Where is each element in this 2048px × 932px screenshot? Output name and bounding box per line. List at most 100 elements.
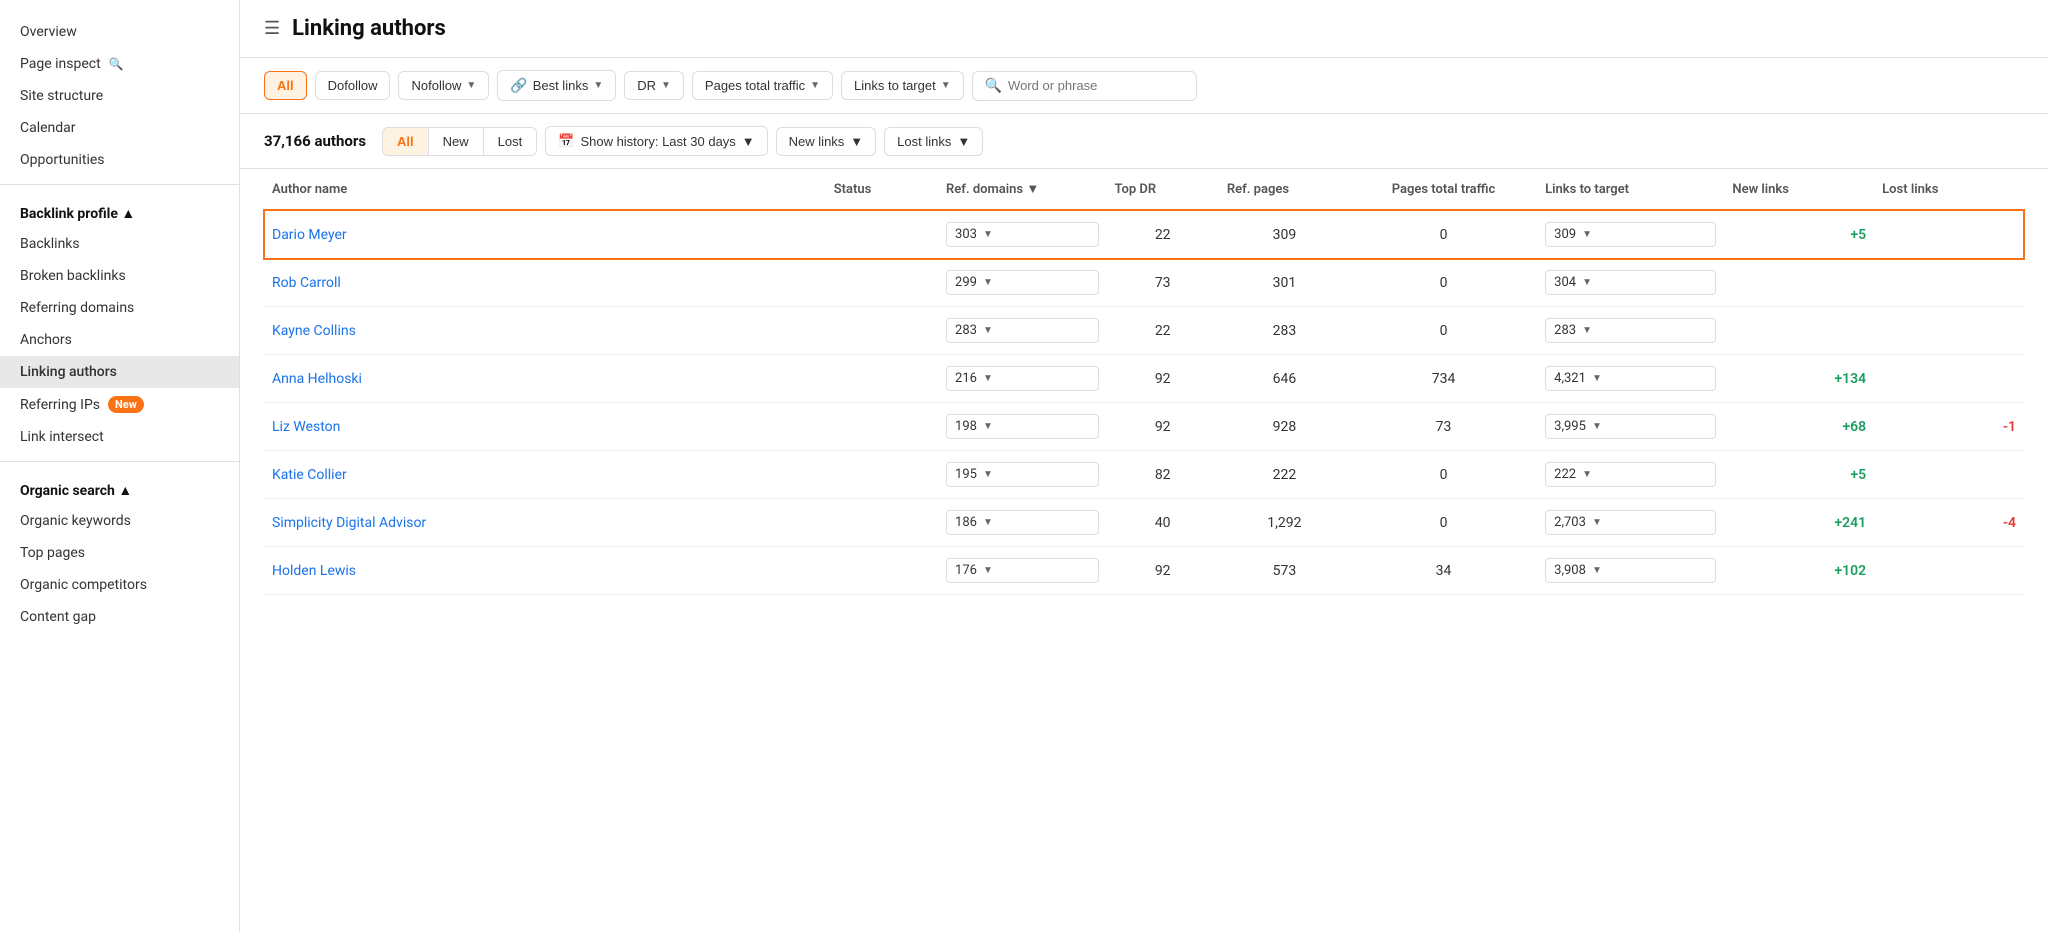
new-links-button[interactable]: New links ▼ <box>776 127 877 156</box>
filter-dr-button[interactable]: DR ▼ <box>624 71 684 100</box>
top-dr-cell: 92 <box>1107 547 1219 595</box>
author-link[interactable]: Dario Meyer <box>272 227 347 243</box>
lost-links-cell <box>1874 355 2024 403</box>
search-icon: 🔍 <box>109 57 124 71</box>
links-to-target-dropdown[interactable]: 222 ▼ <box>1545 462 1716 487</box>
chevron-down-icon: ▼ <box>1592 517 1602 528</box>
status-cell <box>826 547 938 595</box>
ref-domains-dropdown[interactable]: 299 ▼ <box>946 270 1099 295</box>
new-links-label: New links <box>789 134 845 149</box>
pages-traffic-label: Pages total traffic <box>705 78 805 93</box>
links-to-target-dropdown[interactable]: 283 ▼ <box>1545 318 1716 343</box>
sidebar-item-organic-keywords[interactable]: Organic keywords <box>0 505 239 537</box>
sidebar-item-anchors[interactable]: Anchors <box>0 324 239 356</box>
sidebar-item-overview[interactable]: Overview <box>0 16 239 48</box>
chevron-down-icon: ▼ <box>941 80 951 91</box>
top-dr-cell: 92 <box>1107 403 1219 451</box>
sidebar-item-page-inspect[interactable]: Page inspect 🔍 <box>0 48 239 80</box>
sidebar-item-top-pages[interactable]: Top pages <box>0 537 239 569</box>
author-link[interactable]: Katie Collier <box>272 467 347 483</box>
sidebar-item-opportunities[interactable]: Opportunities <box>0 144 239 176</box>
chevron-down-icon: ▼ <box>983 565 993 576</box>
all-btn[interactable]: All <box>383 128 429 155</box>
author-link[interactable]: Liz Weston <box>272 419 340 435</box>
links-to-target-dropdown[interactable]: 2,703 ▼ <box>1545 510 1716 535</box>
table-row: Anna Helhoski 216 ▼ 92646734 4,321 ▼ +13… <box>264 355 2024 403</box>
links-to-target-dropdown[interactable]: 309 ▼ <box>1545 222 1716 247</box>
links-to-target-dropdown[interactable]: 3,908 ▼ <box>1545 558 1716 583</box>
links-to-target-cell: 3,995 ▼ <box>1537 403 1724 451</box>
col-lost-links: Lost links <box>1874 169 2024 210</box>
author-link[interactable]: Kayne Collins <box>272 323 356 339</box>
page-title: Linking authors <box>292 16 446 41</box>
show-history-button[interactable]: 📅 Show history: Last 30 days ▼ <box>545 126 767 156</box>
lost-btn[interactable]: Lost <box>484 128 537 155</box>
links-to-target-dropdown[interactable]: 304 ▼ <box>1545 270 1716 295</box>
author-link[interactable]: Holden Lewis <box>272 563 356 579</box>
filter-all-button[interactable]: All <box>264 71 307 100</box>
filter-best-links-button[interactable]: 🔗 Best links ▼ <box>497 70 616 101</box>
col-ref-pages: Ref. pages <box>1219 169 1350 210</box>
authors-count: 37,166 authors <box>264 132 366 150</box>
filter-nofollow-button[interactable]: Nofollow ▼ <box>398 71 489 100</box>
new-btn[interactable]: New <box>429 128 484 155</box>
sidebar-item-referring-domains[interactable]: Referring domains <box>0 292 239 324</box>
sidebar-item-linking-authors[interactable]: Linking authors <box>0 356 239 388</box>
author-link[interactable]: Anna Helhoski <box>272 371 362 387</box>
ref-domains-dropdown[interactable]: 283 ▼ <box>946 318 1099 343</box>
sidebar-label: Site structure <box>20 88 103 104</box>
top-dr-cell: 73 <box>1107 259 1219 307</box>
chevron-down-icon: ▼ <box>983 421 993 432</box>
sidebar-label: Referring domains <box>20 300 134 316</box>
filter-dofollow-button[interactable]: Dofollow <box>315 71 391 100</box>
chevron-down-icon: ▼ <box>983 229 993 240</box>
sidebar-item-link-intersect[interactable]: Link intersect <box>0 421 239 453</box>
pages-total-traffic-cell: 0 <box>1350 307 1537 355</box>
ref-domains-dropdown[interactable]: 216 ▼ <box>946 366 1099 391</box>
lost-links-cell <box>1874 210 2024 259</box>
sidebar-item-organic-competitors[interactable]: Organic competitors <box>0 569 239 601</box>
chevron-down-icon: ▼ <box>1582 469 1592 480</box>
sidebar: Overview Page inspect 🔍 Site structure C… <box>0 0 240 932</box>
ref-domains-dropdown[interactable]: 303 ▼ <box>946 222 1099 247</box>
filter-pages-traffic-button[interactable]: Pages total traffic ▼ <box>692 71 833 100</box>
author-link[interactable]: Rob Carroll <box>272 275 341 291</box>
lost-links-label: Lost links <box>897 134 951 149</box>
sidebar-label: Referring IPs <box>20 397 100 413</box>
search-input[interactable] <box>1008 78 1184 93</box>
col-ref-domains[interactable]: Ref. domains ▼ <box>938 169 1107 210</box>
new-links-cell <box>1724 259 1874 307</box>
sidebar-item-content-gap[interactable]: Content gap <box>0 601 239 633</box>
links-to-target-cell: 309 ▼ <box>1537 210 1724 259</box>
chevron-down-icon: ▼ <box>983 277 993 288</box>
search-bar[interactable]: 🔍 <box>972 71 1197 101</box>
ref-domains-dropdown[interactable]: 186 ▼ <box>946 510 1099 535</box>
links-to-target-dropdown[interactable]: 4,321 ▼ <box>1545 366 1716 391</box>
links-to-target-dropdown[interactable]: 3,995 ▼ <box>1545 414 1716 439</box>
table-row: Dario Meyer 303 ▼ 223090 309 ▼ +5 <box>264 210 2024 259</box>
sidebar-item-site-structure[interactable]: Site structure <box>0 80 239 112</box>
pages-total-traffic-cell: 34 <box>1350 547 1537 595</box>
filter-links-to-target-button[interactable]: Links to target ▼ <box>841 71 964 100</box>
sidebar-item-broken-backlinks[interactable]: Broken backlinks <box>0 260 239 292</box>
hamburger-icon[interactable]: ☰ <box>264 18 280 39</box>
sidebar-label: Top pages <box>20 545 85 561</box>
sidebar-item-calendar[interactable]: Calendar <box>0 112 239 144</box>
sidebar-label: Link intersect <box>20 429 104 445</box>
ref-domains-dropdown[interactable]: 176 ▼ <box>946 558 1099 583</box>
links-to-target-cell: 304 ▼ <box>1537 259 1724 307</box>
author-link[interactable]: Simplicity Digital Advisor <box>272 515 426 531</box>
table-row: Holden Lewis 176 ▼ 9257334 3,908 ▼ +102 <box>264 547 2024 595</box>
chevron-down-icon: ▼ <box>850 134 863 149</box>
best-links-label: Best links <box>533 78 589 93</box>
ref-domains-dropdown[interactable]: 195 ▼ <box>946 462 1099 487</box>
status-cell <box>826 499 938 547</box>
chevron-down-icon: ▼ <box>1592 421 1602 432</box>
sidebar-item-backlinks[interactable]: Backlinks <box>0 228 239 260</box>
ref-domains-dropdown[interactable]: 198 ▼ <box>946 414 1099 439</box>
pages-total-traffic-cell: 0 <box>1350 210 1537 259</box>
all-new-lost-group: All New Lost <box>382 127 537 156</box>
sidebar-item-referring-ips[interactable]: Referring IPs New <box>0 388 239 421</box>
chevron-down-icon: ▼ <box>957 134 970 149</box>
lost-links-button[interactable]: Lost links ▼ <box>884 127 983 156</box>
